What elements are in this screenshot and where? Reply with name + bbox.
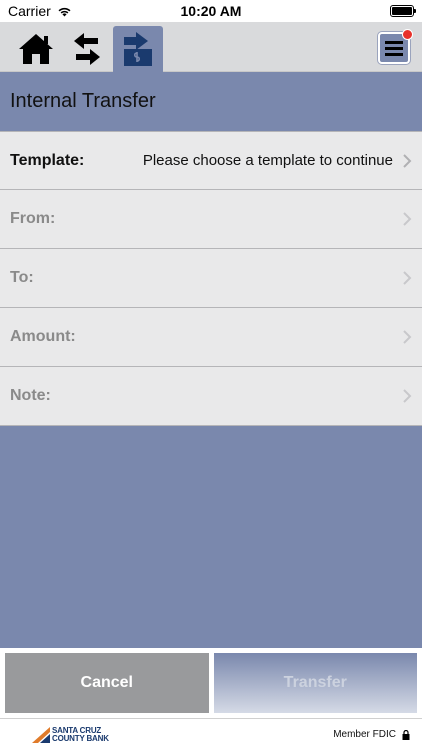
logo-line-2: COUNTY BANK — [52, 733, 109, 743]
home-button[interactable] — [11, 26, 61, 72]
top-nav-bar — [0, 22, 422, 72]
to-label: To: — [10, 269, 34, 286]
from-row[interactable]: From: — [0, 190, 422, 249]
bank-logo: SANTA CRUZ COUNTY BANK — [32, 726, 109, 743]
title-band: Internal Transfer — [0, 72, 422, 131]
hamburger-menu-icon — [385, 40, 403, 56]
chevron-right-icon — [403, 389, 412, 403]
lock-icon — [402, 729, 410, 740]
amount-label: Amount: — [10, 328, 76, 345]
status-left: Carrier — [8, 3, 72, 19]
chevron-right-icon — [403, 212, 412, 226]
from-label: From: — [10, 210, 56, 227]
action-bar: Cancel Transfer — [0, 648, 422, 718]
notification-badge — [402, 29, 413, 40]
footer: SANTA CRUZ COUNTY BANK Member FDIC — [0, 718, 422, 750]
note-row[interactable]: Note: — [0, 367, 422, 426]
transfers-button[interactable] — [62, 26, 112, 72]
chevron-right-icon — [403, 271, 412, 285]
internal-transfer-icon — [124, 32, 152, 66]
page-title: Internal Transfer — [10, 90, 156, 112]
fdic-notice: Member FDIC — [333, 729, 410, 740]
internal-transfer-tab[interactable] — [113, 26, 163, 72]
carrier-label: Carrier — [8, 3, 51, 19]
transfer-arrows-icon — [74, 33, 100, 65]
transfer-button[interactable]: Transfer — [213, 653, 417, 713]
menu-button[interactable] — [378, 29, 413, 64]
template-value: Please choose a template to continue — [142, 152, 393, 169]
to-row[interactable]: To: — [0, 249, 422, 308]
transfer-form: Template: Please choose a template to co… — [0, 131, 422, 426]
fdic-label: Member FDIC — [333, 729, 396, 740]
wifi-icon — [58, 7, 71, 16]
bank-logo-icon — [32, 726, 50, 743]
template-row[interactable]: Template: Please choose a template to co… — [0, 131, 422, 190]
note-label: Note: — [10, 387, 51, 404]
home-icon — [19, 34, 53, 64]
cancel-button[interactable]: Cancel — [5, 653, 209, 713]
template-label: Template: — [10, 151, 85, 169]
chevron-right-icon — [403, 330, 412, 344]
amount-row[interactable]: Amount: — [0, 308, 422, 367]
status-bar: Carrier 10:20 AM — [0, 0, 422, 22]
battery-icon — [390, 5, 416, 17]
chevron-right-icon — [403, 153, 412, 168]
